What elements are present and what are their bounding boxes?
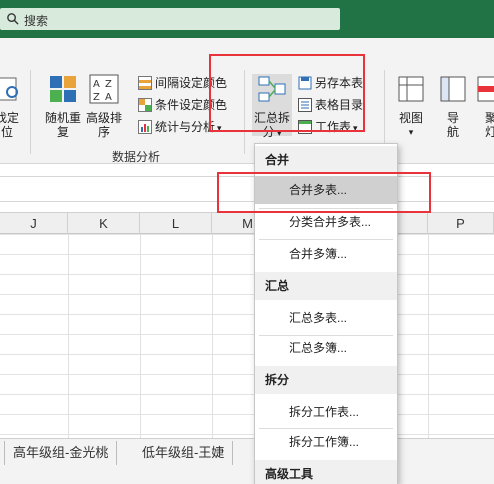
- cell-grid[interactable]: [0, 234, 494, 438]
- advanced-sort-button[interactable]: A Z Z A 高级排 序: [85, 74, 123, 139]
- menu-item-category-merge-sheets[interactable]: 分类合并多表...: [255, 208, 397, 236]
- table-contents-button[interactable]: 表格目录: [298, 96, 363, 114]
- ribbon-separator: [384, 70, 385, 154]
- conditional-color-button[interactable]: 条件设定颜色: [138, 96, 227, 114]
- random-repeat-label-1: 随机重: [44, 111, 81, 125]
- menu-item-split-worksheet[interactable]: 拆分工作表...: [255, 398, 397, 426]
- summary-split-icon: [258, 76, 286, 102]
- conditional-color-icon: [138, 98, 152, 112]
- menu-section-header-split: 拆分: [255, 366, 397, 394]
- chevron-down-icon: ▾: [353, 123, 358, 133]
- chevron-down-icon: ▾: [274, 128, 282, 138]
- column-header[interactable]: J: [0, 213, 68, 235]
- menu-item-merge-sheets[interactable]: 合并多表...: [255, 176, 397, 204]
- menu-item-summarize-sheets[interactable]: 汇总多表...: [255, 304, 397, 332]
- column-header[interactable]: L: [140, 213, 212, 235]
- find-icon: [0, 77, 18, 101]
- svg-text:Z: Z: [105, 79, 112, 90]
- summary-split-label-2: 分 ▾: [252, 125, 292, 140]
- interval-color-label: 间隔设定颜色: [155, 76, 228, 90]
- interval-color-button[interactable]: 间隔设定颜色: [138, 74, 227, 92]
- worksheet-label: 工作表: [315, 120, 352, 134]
- grid-line: [68, 234, 69, 438]
- worksheet-icon: [298, 120, 312, 134]
- navigation-button[interactable]: 导 航: [436, 74, 470, 139]
- sheet-tab[interactable]: 低年级组-王婕: [134, 441, 234, 465]
- worksheet-button[interactable]: 工作表 ▾: [298, 118, 358, 136]
- column-header[interactable]: K: [68, 213, 140, 235]
- chevron-down-icon: ▾: [217, 123, 222, 133]
- menu-item-merge-workbooks[interactable]: 合并多簿...: [255, 240, 397, 268]
- table-contents-icon: [298, 98, 312, 112]
- random-repeat-button[interactable]: 随机重 复: [44, 74, 82, 139]
- status-bar: [0, 466, 494, 484]
- save-as-sheet-button[interactable]: 另存本表: [298, 74, 363, 92]
- navigation-label-1: 导: [446, 111, 459, 125]
- advanced-sort-label-1: 高级排: [85, 111, 122, 125]
- grid-line: [212, 234, 213, 438]
- sheet-tab[interactable]: 高年级组-金光桃: [4, 441, 118, 465]
- summary-split-label-2-text: 分: [262, 125, 275, 139]
- grid-line: [428, 234, 429, 438]
- search-label: 搜索: [24, 14, 49, 28]
- save-as-sheet-label: 另存本表: [315, 76, 364, 90]
- view-label: 视图: [398, 111, 423, 125]
- column-headers: J K L M N O P: [0, 212, 494, 235]
- spotlight-button[interactable]: 聚 灯: [476, 74, 494, 139]
- group-label-data-analysis: 数据分析: [112, 150, 161, 164]
- save-sheet-icon: [298, 76, 312, 90]
- conditional-color-label: 条件设定颜色: [155, 98, 228, 112]
- menu-section-header-merge: 合并: [255, 146, 397, 174]
- menu-item-split-workbook[interactable]: 拆分工作簿...: [255, 428, 397, 456]
- ribbon-separator: [244, 70, 245, 154]
- column-header[interactable]: P: [428, 213, 494, 235]
- advanced-sort-label-2: 序: [97, 125, 110, 139]
- menu-section-header-summary: 汇总: [255, 272, 397, 300]
- find-locate-button[interactable]: 找定 位: [0, 74, 22, 139]
- menu-section-header-advanced-tools: 高级工具: [255, 460, 397, 484]
- svg-text:A: A: [105, 92, 112, 103]
- search-icon: [7, 13, 19, 25]
- svg-text:A: A: [93, 79, 100, 90]
- summary-split-label-1: 汇总拆: [253, 111, 290, 125]
- interval-color-icon: [138, 76, 152, 90]
- ribbon-separator: [30, 70, 31, 154]
- table-contents-label: 表格目录: [315, 98, 364, 112]
- navigation-icon: [440, 76, 466, 102]
- statistics-analysis-button[interactable]: 统计与分析 ▾: [138, 118, 222, 136]
- find-locate-label-1: 找定: [0, 111, 19, 125]
- spotlight-label-1: 聚: [484, 111, 494, 125]
- title-bar: 搜索: [0, 0, 494, 38]
- navigation-label-2: 航: [446, 125, 459, 139]
- view-button[interactable]: 视图 ▾: [394, 74, 428, 139]
- ribbon: 找定 位 随机重 复 A Z Z A 高级排 序 间隔设定颜色 条件设定颜色 统…: [0, 38, 494, 164]
- summary-split-dropdown: 合并 合并多表... 分类合并多表... 合并多簿... 汇总 汇总多表... …: [254, 143, 398, 484]
- find-locate-label-2: 位: [0, 125, 13, 139]
- svg-text:Z: Z: [93, 92, 100, 103]
- chevron-down-icon: ▾: [408, 127, 414, 137]
- grid-line: [140, 234, 141, 438]
- spotlight-icon: [477, 76, 494, 102]
- view-icon: [398, 76, 424, 102]
- sheet-tabs-bar: 高年级组-金光桃 低年级组-王婕: [0, 438, 494, 466]
- formula-bar[interactable]: [0, 176, 494, 202]
- statistics-analysis-label: 统计与分析: [155, 120, 216, 134]
- search-box[interactable]: 搜索: [0, 8, 340, 30]
- random-grid-icon: [50, 76, 76, 102]
- summary-split-button[interactable]: 汇总拆 分 ▾: [252, 74, 292, 139]
- menu-item-summarize-workbooks[interactable]: 汇总多簿...: [255, 334, 397, 362]
- sort-az-icon: A Z Z A: [89, 74, 119, 104]
- random-repeat-label-2: 复: [56, 125, 69, 139]
- statistics-icon: [138, 120, 152, 134]
- spotlight-label-2: 灯: [484, 125, 494, 139]
